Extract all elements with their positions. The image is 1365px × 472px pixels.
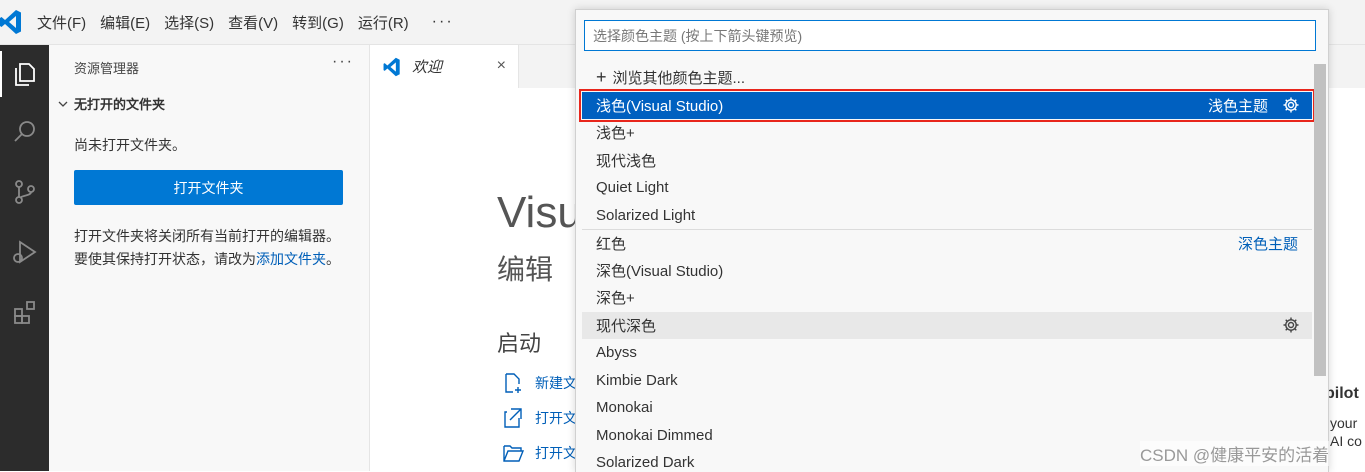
- theme-item-label: 红色: [596, 235, 627, 253]
- theme-item[interactable]: 现代浅色: [582, 147, 1312, 175]
- theme-item-label: 浅色(Visual Studio): [596, 97, 724, 115]
- copilot-line: your: [1330, 415, 1358, 431]
- new-file-link[interactable]: 新建文: [501, 371, 577, 395]
- theme-item[interactable]: 深色(Visual Studio): [582, 257, 1312, 285]
- theme-item-label: 深色(Visual Studio): [596, 262, 724, 280]
- sidebar-title: 资源管理器: [74, 61, 140, 76]
- browse-themes-item[interactable]: + 浏览其他颜色主题...: [582, 64, 1312, 92]
- theme-item-hovered[interactable]: 现代深色: [582, 311, 1312, 339]
- chevron-down-icon: [58, 101, 68, 107]
- activity-bar: [0, 45, 49, 471]
- new-file-icon: [505, 373, 521, 393]
- explorer-icon: [14, 63, 35, 86]
- start-heading: 启动: [497, 331, 542, 356]
- theme-item[interactable]: Kimbie Dark: [582, 367, 1312, 395]
- menu-file[interactable]: 文件(F): [30, 12, 93, 33]
- theme-item[interactable]: Monokai: [582, 394, 1312, 422]
- theme-item-label: 现代深色: [596, 317, 657, 335]
- theme-item[interactable]: 浅色+: [582, 119, 1312, 147]
- run-debug-button[interactable]: [0, 223, 49, 281]
- dark-themes-group-label: 深色主题: [1237, 235, 1298, 253]
- theme-item-label: Abyss: [596, 344, 637, 362]
- menu-more-button[interactable]: ···: [416, 13, 461, 31]
- theme-list: + 浏览其他颜色主题... 浅色(Visual Studio) 浅色主题 浅色+…: [579, 64, 1315, 472]
- theme-item-label: Monokai Dimmed: [596, 426, 713, 444]
- theme-item-label: Kimbie Dark: [596, 371, 678, 389]
- run-debug-icon: [12, 240, 37, 264]
- source-control-icon: [14, 180, 35, 204]
- no-folder-message: 尚未打开文件夹。: [74, 137, 186, 153]
- source-control-button[interactable]: [0, 163, 49, 221]
- extensions-icon: [13, 301, 35, 324]
- theme-item-selected[interactable]: 浅色(Visual Studio) 浅色主题: [579, 88, 1315, 122]
- theme-list-scrollbar[interactable]: [1314, 64, 1326, 376]
- tab-welcome[interactable]: 欢迎 ×: [370, 45, 519, 88]
- open-folder-button[interactable]: 打开文件夹: [74, 170, 343, 205]
- menu-run[interactable]: 运行(R): [351, 12, 416, 33]
- theme-item[interactable]: 红色 深色主题: [582, 229, 1312, 257]
- theme-search-input[interactable]: [584, 20, 1316, 51]
- copilot-description: your AI co: [1330, 414, 1362, 450]
- theme-item[interactable]: Abyss: [582, 339, 1312, 367]
- copilot-title: pilot: [1325, 385, 1359, 402]
- open-folder-link[interactable]: 打开文: [501, 441, 577, 465]
- light-themes-group-label: 浅色主题: [1207, 97, 1268, 115]
- vscode-tab-icon: [383, 57, 400, 76]
- tab-label: 欢迎: [412, 59, 443, 76]
- browse-themes-label: 浏览其他颜色主题...: [612, 70, 746, 88]
- description-end: 。: [326, 251, 340, 267]
- menu-edit[interactable]: 编辑(E): [93, 12, 157, 33]
- menu-bar: 文件(F) 编辑(E) 选择(S) 查看(V) 转到(G) 运行(R) ···: [30, 0, 461, 44]
- section-label: 无打开的文件夹: [74, 97, 166, 112]
- sidebar-more-button[interactable]: ···: [332, 53, 354, 71]
- folder-icon: [503, 445, 525, 462]
- menu-view[interactable]: 查看(V): [221, 12, 285, 33]
- no-folder-section-header[interactable]: 无打开的文件夹: [57, 94, 165, 113]
- theme-item-label: 浅色+: [596, 125, 635, 143]
- search-button[interactable]: [0, 103, 49, 161]
- vscode-logo-icon: [0, 10, 21, 34]
- theme-item-label: Quiet Light: [596, 179, 669, 197]
- close-icon[interactable]: ×: [497, 57, 506, 75]
- theme-item-label: 深色+: [596, 290, 635, 308]
- welcome-title: Visu: [497, 188, 582, 237]
- sidebar-description: 打开文件夹将关闭所有当前打开的编辑器。要使其保持打开状态，请改为添加文件夹。: [74, 225, 344, 271]
- extensions-button[interactable]: [0, 283, 49, 341]
- theme-item-label: Solarized Light: [596, 206, 696, 224]
- menu-go[interactable]: 转到(G): [285, 12, 351, 33]
- copilot-line: AI co: [1330, 433, 1362, 449]
- open-file-link[interactable]: 打开文: [501, 406, 577, 430]
- start-item-label: 打开文: [535, 445, 577, 461]
- open-file-icon: [504, 408, 522, 428]
- welcome-subtitle: 编辑: [497, 254, 554, 285]
- start-item-label: 新建文: [535, 375, 577, 391]
- gear-icon[interactable]: [1282, 316, 1300, 334]
- theme-item-label: Monokai: [596, 399, 653, 417]
- theme-item-label: Solarized Dark: [596, 454, 695, 472]
- theme-item-label: 现代浅色: [596, 152, 657, 170]
- explorer-sidebar: 资源管理器 ··· 无打开的文件夹 尚未打开文件夹。 打开文件夹 打开文件夹将关…: [49, 45, 370, 471]
- theme-item[interactable]: Solarized Light: [582, 202, 1312, 230]
- add-folder-link[interactable]: 添加文件夹: [256, 251, 326, 267]
- watermark: CSDN @健康平安的活着: [1140, 441, 1330, 466]
- start-item-label: 打开文: [535, 410, 577, 426]
- theme-item[interactable]: 深色+: [582, 284, 1312, 312]
- gear-icon[interactable]: [1282, 96, 1300, 114]
- plus-icon: +: [596, 67, 607, 88]
- theme-item[interactable]: Quiet Light: [582, 174, 1312, 202]
- menu-selection[interactable]: 选择(S): [157, 12, 221, 33]
- search-icon: [13, 121, 35, 142]
- explorer-button[interactable]: [0, 45, 49, 103]
- color-theme-quick-pick: + 浏览其他颜色主题... 浅色(Visual Studio) 浅色主题 浅色+…: [575, 9, 1329, 472]
